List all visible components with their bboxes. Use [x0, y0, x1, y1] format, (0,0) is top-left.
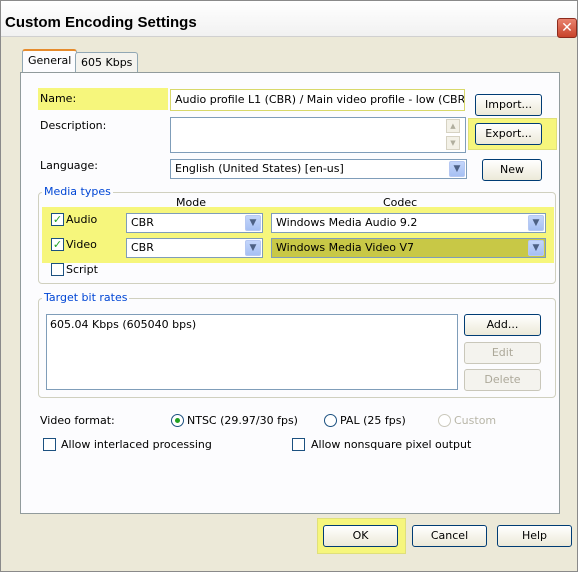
cancel-button[interactable]: Cancel: [412, 525, 487, 547]
audio-codec-value: Windows Media Audio 9.2: [276, 216, 418, 229]
video-codec-select[interactable]: Windows Media Video V7 ▼: [271, 238, 546, 258]
chevron-down-icon[interactable]: ▼: [245, 215, 261, 231]
tab-605-kbps[interactable]: 605 Kbps: [75, 52, 139, 74]
scroll-down-icon: ▼: [446, 136, 460, 150]
ntsc-radio[interactable]: [171, 414, 184, 427]
chevron-down-icon[interactable]: ▼: [449, 161, 465, 177]
custom-radio[interactable]: [438, 414, 451, 427]
chevron-down-icon[interactable]: ▼: [528, 240, 544, 256]
audio-mode-select[interactable]: CBR ▼: [126, 213, 263, 233]
list-item[interactable]: 605.04 Kbps (605040 bps): [50, 318, 454, 331]
description-field[interactable]: [170, 117, 466, 153]
media-types-title: Media types: [42, 185, 113, 198]
ntsc-label: NTSC (29.97/30 fps): [187, 414, 298, 427]
video-label: Video: [66, 238, 97, 251]
window-title: Custom Encoding Settings: [5, 14, 197, 31]
chevron-down-icon[interactable]: ▼: [528, 215, 544, 231]
name-field[interactable]: Audio profile L1 (CBR) / Main video prof…: [170, 89, 465, 111]
pal-label: PAL (25 fps): [340, 414, 406, 427]
scroll-up-icon: ▲: [446, 119, 460, 133]
audio-label: Audio: [66, 213, 98, 226]
video-checkbox[interactable]: ✓: [51, 238, 64, 251]
language-label: Language:: [40, 159, 98, 172]
help-button[interactable]: Help: [497, 525, 572, 547]
dialog-window: Custom Encoding Settings ✕ General 605 K…: [0, 0, 578, 572]
audio-checkbox[interactable]: ✓: [51, 213, 64, 226]
export-button[interactable]: Export...: [475, 123, 542, 145]
language-value: English (United States) [en-us]: [175, 162, 344, 175]
add-button[interactable]: Add...: [464, 314, 541, 336]
ok-button[interactable]: OK: [323, 525, 398, 547]
interlaced-checkbox[interactable]: [43, 438, 56, 451]
bit-rates-list[interactable]: 605.04 Kbps (605040 bps): [46, 314, 458, 390]
audio-codec-select[interactable]: Windows Media Audio 9.2 ▼: [271, 213, 546, 233]
target-bit-rates-title: Target bit rates: [42, 291, 130, 304]
description-label: Description:: [40, 119, 107, 132]
nonsquare-label: Allow nonsquare pixel output: [311, 438, 472, 451]
interlaced-label: Allow interlaced processing: [61, 438, 212, 451]
audio-mode-value: CBR: [131, 216, 154, 229]
video-format-label: Video format:: [40, 414, 115, 427]
language-select[interactable]: English (United States) [en-us] ▼: [170, 159, 467, 179]
close-icon[interactable]: ✕: [557, 18, 577, 38]
edit-button[interactable]: Edit: [464, 342, 541, 364]
script-checkbox[interactable]: [51, 263, 64, 276]
video-mode-value: CBR: [131, 241, 154, 254]
custom-label: Custom: [454, 414, 497, 427]
chevron-down-icon[interactable]: ▼: [245, 240, 261, 256]
import-button[interactable]: Import...: [475, 94, 542, 116]
new-button[interactable]: New: [482, 159, 542, 181]
name-label: Name:: [40, 92, 77, 105]
general-tab-panel: Name: Audio profile L1 (CBR) / Main vide…: [20, 72, 560, 514]
video-mode-select[interactable]: CBR ▼: [126, 238, 263, 258]
delete-button[interactable]: Delete: [464, 369, 541, 391]
nonsquare-checkbox[interactable]: [292, 438, 305, 451]
tab-general[interactable]: General: [22, 49, 78, 73]
title-bar: Custom Encoding Settings ✕: [1, 1, 577, 38]
script-label: Script: [66, 263, 98, 276]
video-codec-value: Windows Media Video V7: [276, 241, 414, 254]
pal-radio[interactable]: [324, 414, 337, 427]
